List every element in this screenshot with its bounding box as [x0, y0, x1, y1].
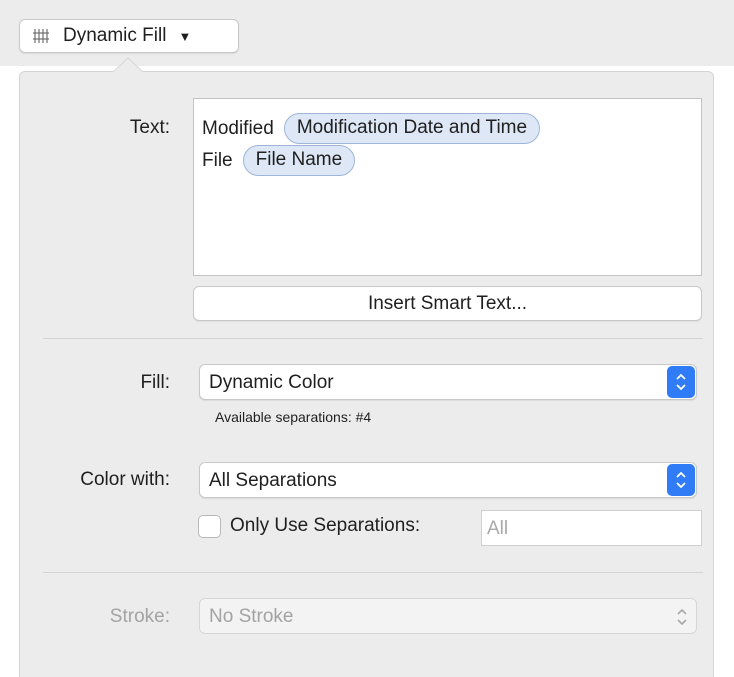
stepper-chevrons-icon — [667, 366, 695, 398]
separations-field[interactable]: All — [481, 510, 702, 546]
text-line-2: File File Name — [202, 145, 356, 176]
text-line-1: Modified Modification Date and Time — [202, 113, 541, 144]
popover-arrow — [113, 57, 143, 73]
fill-label: Fill: — [140, 372, 170, 393]
separations-note: Available separations: #4 — [215, 409, 372, 425]
color-with-popup[interactable]: All Separations — [199, 462, 697, 498]
chevron-down-icon: ▼ — [178, 28, 192, 44]
divider — [43, 338, 703, 339]
stroke-popup[interactable]: No Stroke — [199, 598, 697, 634]
smart-text-token[interactable]: Modification Date and Time — [283, 113, 541, 144]
only-use-separations-checkbox[interactable] — [198, 515, 221, 538]
stroke-popup-value: No Stroke — [209, 606, 294, 627]
fill-popup[interactable]: Dynamic Color — [199, 364, 697, 400]
text-line-prefix: Modified — [202, 117, 274, 139]
color-with-popup-value: All Separations — [209, 470, 337, 491]
smart-text-token[interactable]: File Name — [242, 145, 356, 176]
smart-text-editor[interactable]: Modified Modification Date and Time File… — [193, 98, 702, 276]
text-label: Text: — [129, 117, 170, 138]
text-line-prefix: File — [202, 149, 233, 171]
stroke-label: Stroke: — [109, 606, 170, 627]
only-use-separations-label: Only Use Separations: — [230, 515, 421, 536]
divider — [43, 572, 703, 573]
stepper-chevrons-icon — [674, 607, 690, 632]
fill-popup-value: Dynamic Color — [209, 372, 334, 393]
insert-smart-text-button[interactable]: Insert Smart Text... — [193, 286, 702, 321]
dynamic-fill-label: Dynamic Fill — [63, 25, 167, 46]
stepper-chevrons-icon — [667, 464, 695, 496]
dynamic-fill-icon — [33, 29, 49, 43]
color-with-label: Color with: — [80, 469, 170, 490]
dynamic-fill-button[interactable]: Dynamic Fill ▼ — [19, 19, 239, 53]
